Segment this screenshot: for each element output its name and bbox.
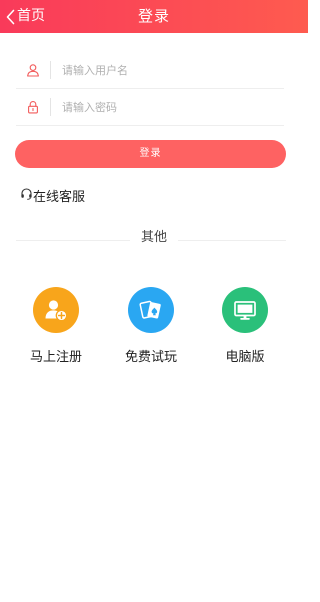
monitor-icon xyxy=(222,287,268,333)
register-label: 马上注册 xyxy=(29,350,82,365)
username-field xyxy=(16,52,284,89)
password-field xyxy=(16,89,284,126)
desktop-version-label: 电脑版 xyxy=(225,350,265,365)
field-divider xyxy=(50,61,51,79)
online-service-link[interactable]: 在线客服 xyxy=(20,186,86,205)
free-trial-label: 免费试玩 xyxy=(124,350,177,365)
login-button[interactable]: 登录 xyxy=(15,140,286,168)
page-title: 登录 xyxy=(137,7,170,25)
desktop-version-button[interactable]: 电脑版 xyxy=(205,287,285,365)
free-trial-button[interactable]: 免费试玩 xyxy=(111,287,191,365)
username-input[interactable] xyxy=(62,63,262,77)
other-section-title: 其他 xyxy=(130,229,178,247)
header-bar: 首页 登录 xyxy=(0,0,308,33)
playing-cards-icon xyxy=(128,287,174,333)
add-user-icon xyxy=(33,287,79,333)
headset-icon xyxy=(20,187,33,204)
online-service-label: 在线客服 xyxy=(33,189,86,205)
password-input[interactable] xyxy=(62,100,262,114)
login-form xyxy=(16,52,284,126)
lock-icon xyxy=(16,100,50,114)
user-icon xyxy=(16,63,50,77)
field-divider xyxy=(50,98,51,116)
register-button[interactable]: 马上注册 xyxy=(16,287,96,365)
